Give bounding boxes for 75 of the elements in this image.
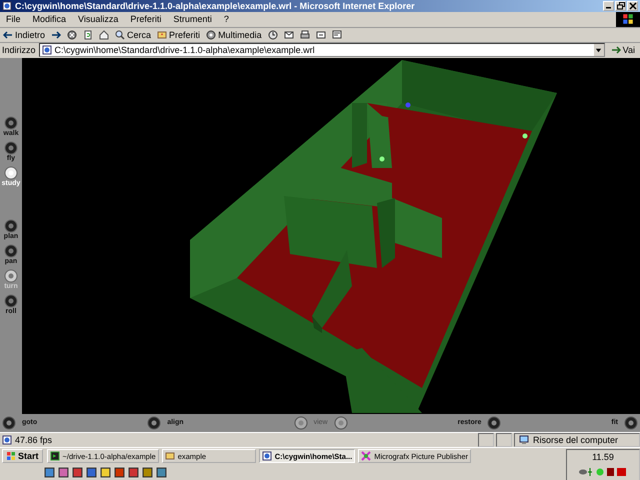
search-button[interactable]: Cerca xyxy=(115,30,152,40)
browser-icon xyxy=(262,451,272,462)
quick-launch-icon[interactable] xyxy=(156,466,167,478)
quick-launch-icon[interactable] xyxy=(72,466,83,478)
windows-logo-icon xyxy=(616,12,640,27)
quick-launch-icon[interactable] xyxy=(58,466,69,478)
media-button[interactable]: Multimedia xyxy=(206,30,262,40)
terminal-icon xyxy=(50,451,60,462)
status-pane xyxy=(496,432,512,447)
page-icon xyxy=(42,45,52,56)
edit-icon xyxy=(316,30,326,40)
quick-launch-icon[interactable] xyxy=(86,466,97,478)
discussion-icon xyxy=(332,30,342,40)
close-icon xyxy=(628,2,636,10)
knob-icon xyxy=(4,268,18,283)
start-button[interactable]: Start xyxy=(2,449,43,464)
browser-icon xyxy=(2,0,12,11)
clock-button[interactable] xyxy=(268,30,278,40)
computer-icon xyxy=(519,434,529,445)
knob-icon xyxy=(4,244,18,258)
address-field[interactable]: C:\cygwin\home\Standard\drive-1.1.0-alpha\example\example.wrl xyxy=(38,43,605,58)
knob-icon xyxy=(4,218,18,233)
status-pane xyxy=(478,432,494,447)
knob-icon xyxy=(4,166,18,180)
quick-launch-icon[interactable] xyxy=(142,466,153,478)
folder-icon xyxy=(164,451,175,462)
back-arrow-icon xyxy=(3,30,13,40)
printer-icon xyxy=(300,30,310,40)
forward-button[interactable] xyxy=(51,30,62,40)
refresh-icon xyxy=(83,30,94,40)
go-button[interactable]: Vai xyxy=(608,45,638,56)
menu-item[interactable]: Modifica xyxy=(32,14,66,24)
search-icon xyxy=(115,30,126,40)
go-arrow-icon xyxy=(610,45,621,56)
menu-item[interactable]: Strumenti xyxy=(173,14,212,24)
address-label: Indirizzo xyxy=(2,45,36,56)
restore-button[interactable] xyxy=(615,0,626,11)
minimize-icon xyxy=(606,6,611,9)
media-icon xyxy=(206,30,216,40)
status-text: 47.86 fps xyxy=(0,434,476,445)
menu-item[interactable]: ? xyxy=(224,14,229,24)
knob-icon xyxy=(4,294,18,308)
quick-launch-icon[interactable] xyxy=(100,466,111,478)
refresh-button[interactable] xyxy=(83,30,94,40)
minimize-button[interactable] xyxy=(603,0,614,11)
knob-icon xyxy=(4,140,18,155)
home-icon xyxy=(99,30,110,40)
mail-button[interactable] xyxy=(284,30,294,40)
forward-arrow-icon xyxy=(51,30,62,40)
restore-icon xyxy=(616,2,624,10)
menu-item[interactable]: File xyxy=(6,14,21,24)
knob-icon xyxy=(4,116,18,130)
close-button[interactable] xyxy=(627,0,638,11)
discussion-button[interactable] xyxy=(332,30,342,40)
stop-icon xyxy=(67,30,78,40)
home-button[interactable] xyxy=(99,30,110,40)
app-icon xyxy=(361,451,372,462)
zone-label: Risorse del computer xyxy=(533,434,618,445)
menu-item[interactable]: Visualizza xyxy=(78,14,118,24)
favorites-button[interactable]: Preferiti xyxy=(157,30,200,40)
edit-button[interactable] xyxy=(316,30,326,40)
quick-launch-icon[interactable] xyxy=(114,466,125,478)
stop-button[interactable] xyxy=(67,30,78,40)
printer-button[interactable] xyxy=(300,30,310,40)
tray-icons-drawing xyxy=(578,466,628,478)
back-button[interactable]: Indietro xyxy=(3,30,46,40)
window-title: C:\cygwin\home\Standard\drive-1.1.0-alpha\example\example.wrl - Microsoft Internet Explorer xyxy=(15,0,416,11)
mail-icon xyxy=(284,30,294,40)
clock-icon xyxy=(268,30,278,40)
quick-launch-icon[interactable] xyxy=(44,466,55,478)
windows-logo-icon xyxy=(6,451,16,462)
page-icon xyxy=(2,434,12,445)
quick-launch-icon[interactable] xyxy=(128,466,139,478)
menu-item[interactable]: Preferiti xyxy=(130,14,162,24)
clock: 11.59 xyxy=(592,452,614,462)
